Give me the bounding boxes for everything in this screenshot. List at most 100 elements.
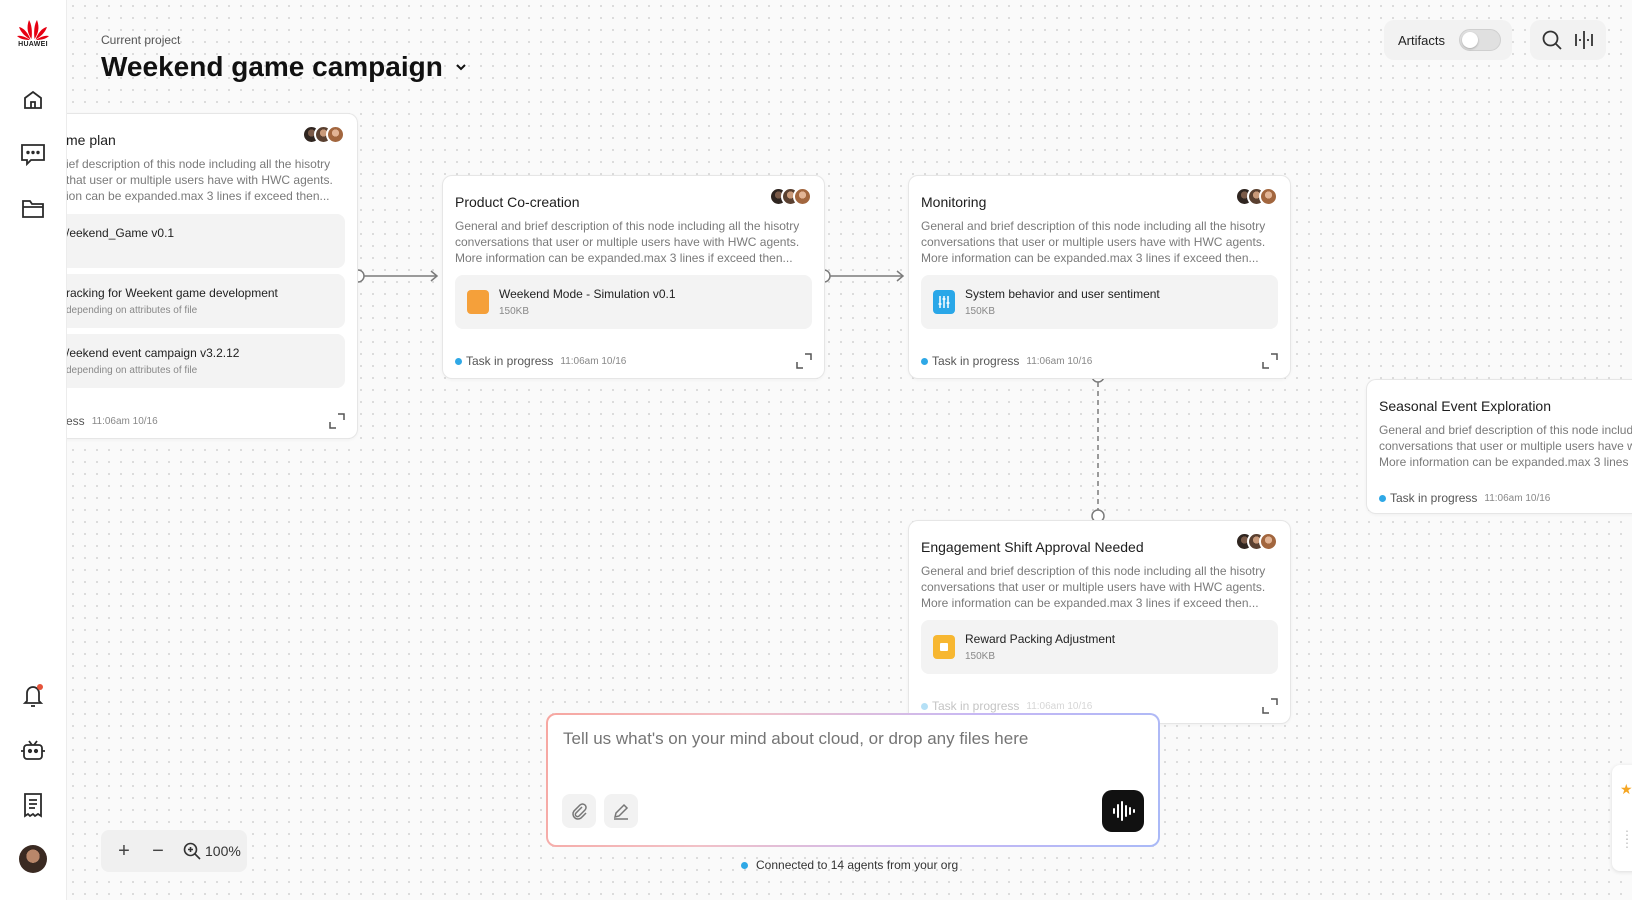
expand-icon[interactable]	[796, 353, 812, 369]
sliders-icon	[933, 290, 955, 314]
status-text: Task in progress	[932, 699, 1020, 713]
node-description: ief description of this node including a…	[66, 157, 333, 203]
node-status: Task in progress 11:06am 10/16	[921, 354, 1092, 368]
node-description: General and brief description of this no…	[921, 564, 1266, 610]
avatar	[19, 845, 47, 873]
page-title: Weekend game campaign	[101, 51, 443, 82]
node-description: General and brief description of this no…	[921, 219, 1266, 265]
chat-icon	[21, 144, 45, 166]
file-item[interactable]: /eekend_Game v0.1	[50, 214, 345, 268]
nav-billing[interactable]	[17, 789, 49, 821]
file-name: racking for Weekent game development	[66, 286, 278, 300]
workflow-node[interactable]: me plan ief description of this node inc…	[50, 113, 358, 439]
nav-chat[interactable]	[17, 138, 49, 170]
avatar	[1259, 187, 1278, 206]
zoom-icon[interactable]	[183, 842, 201, 860]
status-text: Task in progress	[466, 354, 554, 368]
file-item[interactable]: Reward Packing Adjustment 150KB	[921, 620, 1278, 674]
file-name: /eekend_Game v0.1	[66, 226, 175, 240]
header-subtitle: Current project	[101, 33, 181, 47]
status-dot	[741, 861, 748, 869]
status-timestamp: 11:06am 10/16	[1026, 700, 1093, 712]
file-name: Reward Packing Adjustment	[965, 632, 1116, 646]
chevron-down-icon	[456, 64, 466, 71]
zoom-level: 100%	[205, 843, 241, 859]
receipt-icon	[24, 793, 42, 818]
expand-icon[interactable]	[1262, 698, 1278, 714]
search-icon[interactable]	[1541, 29, 1563, 51]
huawei-logo[interactable]: HUAWEI	[11, 16, 55, 48]
edit-button[interactable]	[604, 794, 638, 828]
node-status: Task in progress 11:06am 10/16	[921, 699, 1092, 713]
zoom-control: + − 100%	[101, 830, 247, 872]
artifacts-toggle[interactable]	[1458, 29, 1501, 51]
file-item[interactable]: System behavior and user sentiment 150KB	[921, 275, 1278, 329]
voice-input-button[interactable]	[1102, 790, 1144, 832]
file-item[interactable]: /eekend event campaign v3.2.12 depending…	[50, 334, 345, 388]
file-size: 150KB	[499, 306, 530, 317]
file-size: 150KB	[965, 651, 996, 662]
bell-icon	[22, 684, 44, 707]
workflow-node[interactable]: Engagement Shift Approval Needed General…	[908, 520, 1291, 724]
split-view-icon[interactable]	[1573, 29, 1595, 51]
avatar	[1259, 532, 1278, 551]
workflow-node[interactable]: Seasonal Event Exploration General and b…	[1366, 379, 1632, 514]
file-item[interactable]: Weekend Mode - Simulation v0.1 150KB	[455, 275, 812, 329]
robot-icon	[21, 740, 45, 760]
workflow-node[interactable]: Monitoring General and brief description…	[908, 175, 1291, 379]
voice-waveform-icon	[1113, 801, 1135, 821]
node-collaborators	[1235, 532, 1278, 551]
node-title: Monitoring	[921, 194, 987, 210]
chat-composer	[546, 713, 1160, 847]
zoom-in-button[interactable]: +	[115, 840, 133, 862]
file-item[interactable]: racking for Weekent game development dep…	[50, 274, 345, 328]
package-icon	[933, 635, 955, 659]
artifacts-label: Artifacts	[1398, 32, 1445, 48]
document-icon	[467, 290, 489, 314]
side-panel-handle[interactable]: ★ ⋮ ⋮	[1612, 765, 1632, 871]
node-collaborators	[302, 125, 345, 144]
user-avatar[interactable]	[17, 843, 49, 875]
file-size: 150KB	[965, 306, 996, 317]
expand-icon[interactable]	[329, 413, 345, 429]
logo-text: HUAWEI	[18, 41, 48, 48]
view-controls	[1530, 20, 1606, 60]
status-timestamp: 11:06am 10/16	[1026, 355, 1093, 367]
file-name: /eekend event campaign v3.2.12	[66, 346, 240, 360]
status-dot	[921, 357, 928, 365]
node-status: Task in progress 11:06am 10/16	[1379, 491, 1550, 505]
avatar	[326, 125, 345, 144]
status-text: ess	[66, 414, 85, 428]
sidebar: HUAWEI	[0, 0, 67, 900]
paperclip-icon	[572, 803, 587, 820]
file-meta: depending on attributes of file	[66, 365, 198, 376]
nav-agents[interactable]	[17, 734, 49, 766]
node-collaborators	[769, 187, 812, 206]
node-status: ess 11:06am 10/16	[66, 414, 158, 428]
expand-icon[interactable]	[1262, 353, 1278, 369]
status-text: Task in progress	[932, 354, 1020, 368]
star-icon: ★	[1620, 781, 1632, 797]
file-meta: depending on attributes of file	[66, 305, 198, 316]
nav-notifications[interactable]	[17, 680, 49, 712]
status-dot	[921, 702, 928, 710]
status-text: Task in progress	[1390, 491, 1478, 505]
status-timestamp: 11:06am 10/16	[1484, 492, 1551, 504]
node-title: Seasonal Event Exploration	[1379, 398, 1551, 414]
attach-button[interactable]	[562, 794, 596, 828]
nav-home[interactable]	[17, 84, 49, 116]
node-description: General and brief description of this no…	[455, 219, 800, 265]
chat-input[interactable]	[563, 729, 1123, 749]
status-dot	[455, 357, 462, 365]
zoom-out-button[interactable]: −	[149, 840, 167, 862]
node-status: Task in progress 11:06am 10/16	[455, 354, 626, 368]
nav-files[interactable]	[17, 193, 49, 225]
node-collaborators	[1235, 187, 1278, 206]
huawei-flower-icon	[17, 20, 49, 40]
node-title: Engagement Shift Approval Needed	[921, 539, 1144, 555]
node-description: General and brief description of this no…	[1379, 423, 1632, 469]
workflow-node[interactable]: Product Co-creation General and brief de…	[442, 175, 825, 379]
connection-status-text: Connected to 14 agents from your org	[756, 858, 959, 872]
project-selector[interactable]: Weekend game campaign	[101, 51, 469, 83]
file-name: System behavior and user sentiment	[965, 287, 1160, 301]
